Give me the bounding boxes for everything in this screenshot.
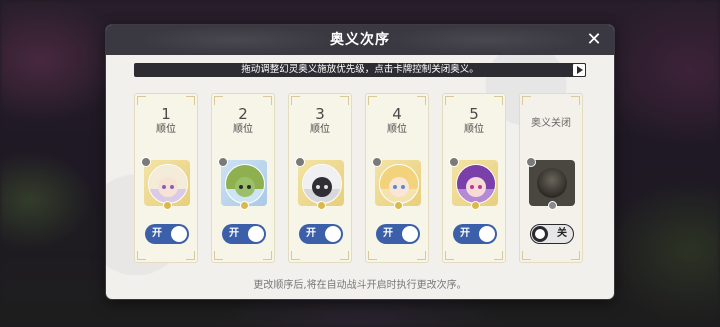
card-corner-decoration: [263, 251, 272, 260]
card-corner-decoration: [214, 251, 223, 260]
card-corner-decoration: [494, 251, 503, 260]
card-corner-decoration: [186, 96, 195, 105]
ultimate-toggle-2[interactable]: 开: [222, 224, 266, 244]
ultimate-toggle-5[interactable]: 开: [453, 224, 497, 244]
character-portrait-icon: [456, 164, 496, 204]
card-corner-decoration: [445, 96, 454, 105]
instruction-text: 拖动调整幻灵奥义施放优先级，点击卡牌控制关闭奥义。: [241, 64, 479, 75]
rank-label: 顺位: [310, 124, 330, 135]
toggle-label: 开: [460, 228, 470, 239]
card-corner-decoration: [522, 96, 531, 105]
character-portrait-icon: [225, 164, 265, 204]
close-icon[interactable]: ✕: [584, 30, 604, 50]
coin-icon: [548, 201, 557, 210]
dialog-header: 奥义次序 ✕: [106, 25, 614, 55]
instruction-banner: 拖动调整幻灵奥义施放优先级，点击卡牌控制关闭奥义。: [134, 63, 586, 77]
order-card-5[interactable]: 5 顺位 开: [442, 93, 506, 263]
toggle-knob: [171, 226, 187, 242]
card-corner-decoration: [137, 251, 146, 260]
portrait-frame[interactable]: [141, 157, 190, 210]
card-corner-decoration: [417, 96, 426, 105]
toggle-label: 开: [306, 228, 316, 239]
card-corner-decoration: [571, 251, 580, 260]
card-corner-decoration: [522, 251, 531, 260]
dialog-title: 奥义次序: [330, 32, 390, 48]
order-card-3[interactable]: 3 顺位 开: [288, 93, 352, 263]
footer-note: 更改顺序后,将在自动战斗开启时执行更改次序。: [253, 280, 467, 291]
portrait-frame[interactable]: [218, 157, 267, 210]
ultimate-order-dialog: 奥义次序 ✕ 拖动调整幻灵奥义施放优先级，点击卡牌控制关闭奥义。 1 顺位 开: [106, 25, 614, 299]
coin-icon: [163, 201, 172, 210]
rank-label: 顺位: [387, 124, 407, 135]
portrait-frame[interactable]: [372, 157, 421, 210]
rank-label: 顺位: [156, 124, 176, 135]
card-corner-decoration: [291, 251, 300, 260]
ultimate-closed-toggle[interactable]: 关: [530, 224, 574, 244]
element-icon: [449, 157, 459, 167]
element-icon: [141, 157, 151, 167]
card-corner-decoration: [368, 251, 377, 260]
card-corner-decoration: [417, 251, 426, 260]
closed-label: 奥义关闭: [531, 118, 571, 129]
card-corner-decoration: [368, 96, 377, 105]
portrait-frame[interactable]: [449, 157, 498, 210]
order-card-2[interactable]: 2 顺位 开: [211, 93, 275, 263]
element-icon: [372, 157, 382, 167]
toggle-knob: [402, 226, 418, 242]
character-portrait-icon: [302, 164, 342, 204]
rank-number: 5: [469, 105, 479, 123]
coin-icon: [317, 201, 326, 210]
coin-icon: [240, 201, 249, 210]
ultimate-toggle-4[interactable]: 开: [376, 224, 420, 244]
ultimate-toggle-1[interactable]: 开: [145, 224, 189, 244]
rank-label: 顺位: [464, 124, 484, 135]
character-portrait-icon: [148, 164, 188, 204]
card-corner-decoration: [445, 251, 454, 260]
card-corner-decoration: [291, 96, 300, 105]
rank-label: 顺位: [233, 124, 253, 135]
toggle-knob: [532, 225, 548, 242]
rank-number: 2: [238, 105, 248, 123]
card-corner-decoration: [214, 96, 223, 105]
silhouette-icon: [537, 168, 567, 198]
rank-number: 4: [392, 105, 402, 123]
ultimate-closed-card[interactable]: 奥义关闭 关: [519, 93, 583, 263]
toggle-knob: [325, 226, 341, 242]
coin-icon: [471, 201, 480, 210]
card-corner-decoration: [571, 96, 580, 105]
card-corner-decoration: [494, 96, 503, 105]
ultimate-toggle-3[interactable]: 开: [299, 224, 343, 244]
closed-placeholder-frame: [526, 157, 575, 210]
element-icon: [526, 157, 536, 167]
toggle-knob: [248, 226, 264, 242]
card-corner-decoration: [340, 251, 349, 260]
toggle-knob: [479, 226, 495, 242]
portrait-frame[interactable]: [295, 157, 344, 210]
card-corner-decoration: [263, 96, 272, 105]
toggle-label: 开: [229, 228, 239, 239]
order-card-4[interactable]: 4 顺位 开: [365, 93, 429, 263]
toggle-label: 关: [557, 228, 567, 239]
element-icon: [218, 157, 228, 167]
coin-icon: [394, 201, 403, 210]
card-corner-decoration: [186, 251, 195, 260]
element-icon: [295, 157, 305, 167]
rank-number: 3: [315, 105, 325, 123]
play-icon[interactable]: [572, 63, 586, 77]
rank-number: 1: [161, 105, 171, 123]
toggle-label: 开: [383, 228, 393, 239]
toggle-label: 开: [152, 228, 162, 239]
card-corner-decoration: [137, 96, 146, 105]
order-card-1[interactable]: 1 顺位 开: [134, 93, 198, 263]
card-corner-decoration: [340, 96, 349, 105]
character-portrait-icon: [379, 164, 419, 204]
